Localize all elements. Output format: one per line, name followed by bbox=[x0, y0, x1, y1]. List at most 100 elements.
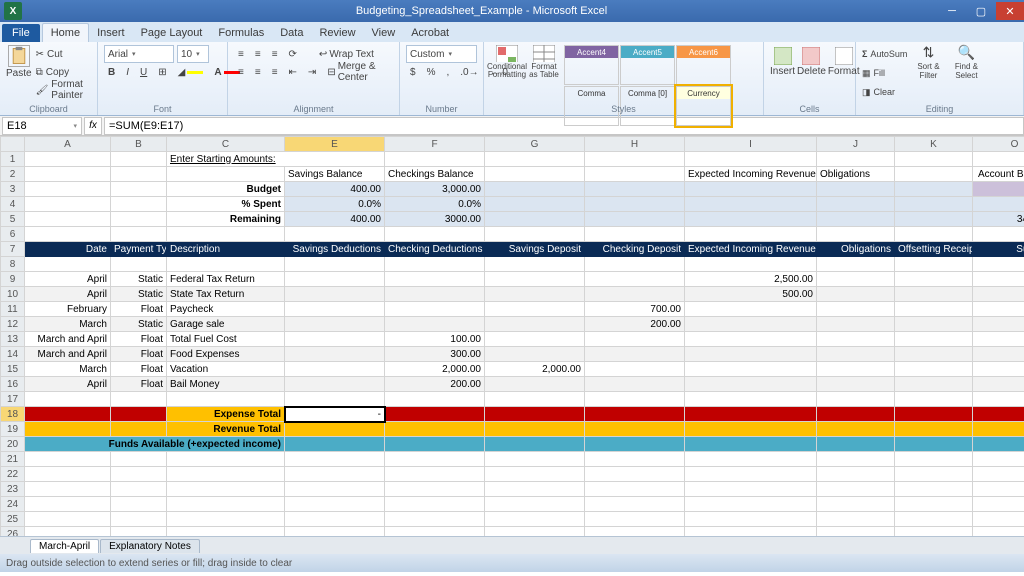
row-header[interactable]: 23 bbox=[1, 482, 25, 497]
row-header[interactable]: 19 bbox=[1, 422, 25, 437]
col-header[interactable]: E bbox=[285, 137, 385, 152]
row-header[interactable]: 5 bbox=[1, 212, 25, 227]
col-header[interactable]: J bbox=[817, 137, 895, 152]
align-center-button[interactable]: ≡ bbox=[251, 65, 265, 80]
row-header[interactable]: 20 bbox=[1, 437, 25, 452]
increase-indent-button[interactable]: ⇥ bbox=[304, 65, 320, 80]
spreadsheet-grid[interactable]: ABCEFGHIJKO1Enter Starting Amounts:2Savi… bbox=[0, 136, 1024, 536]
align-top-button[interactable]: ≡ bbox=[234, 47, 248, 62]
autosum-button[interactable]: ΣAutoSum bbox=[862, 45, 907, 63]
row-header[interactable]: 2 bbox=[1, 167, 25, 182]
row-header[interactable]: 13 bbox=[1, 332, 25, 347]
row-header[interactable]: 22 bbox=[1, 467, 25, 482]
row-header[interactable]: 12 bbox=[1, 317, 25, 332]
row-header[interactable]: 4 bbox=[1, 197, 25, 212]
row-header[interactable]: 26 bbox=[1, 527, 25, 537]
decrease-indent-button[interactable]: ⇤ bbox=[285, 65, 301, 80]
format-painter-button[interactable]: 🖌Format Painter bbox=[36, 81, 91, 99]
font-name-select[interactable]: Arial▾ bbox=[104, 45, 174, 63]
delete-cells-button[interactable]: Delete bbox=[797, 45, 826, 79]
align-left-button[interactable]: ≡ bbox=[234, 65, 248, 80]
col-header[interactable]: G bbox=[485, 137, 585, 152]
increase-decimal-button[interactable]: .0→ bbox=[456, 65, 482, 80]
paste-button[interactable]: Paste bbox=[6, 45, 32, 79]
sheet-tab-active[interactable]: March-April bbox=[30, 539, 99, 553]
group-styles: Conditional Formatting Format as Table A… bbox=[484, 42, 764, 115]
file-tab[interactable]: File bbox=[2, 24, 40, 42]
col-header[interactable]: F bbox=[385, 137, 485, 152]
tab-review[interactable]: Review bbox=[311, 24, 363, 42]
fill-button[interactable]: ▦Fill bbox=[862, 64, 907, 82]
row-header[interactable]: 9 bbox=[1, 272, 25, 287]
eraser-icon: ◨ bbox=[862, 87, 871, 98]
col-header[interactable]: H bbox=[585, 137, 685, 152]
italic-button[interactable]: I bbox=[122, 65, 133, 80]
row-header[interactable]: 8 bbox=[1, 257, 25, 272]
comma-button[interactable]: , bbox=[442, 65, 453, 80]
row-header[interactable]: 16 bbox=[1, 377, 25, 392]
style-accent5[interactable]: Accent5 bbox=[620, 45, 675, 85]
tab-data[interactable]: Data bbox=[272, 24, 311, 42]
row-header[interactable]: 24 bbox=[1, 497, 25, 512]
number-format-select[interactable]: Custom▾ bbox=[406, 45, 477, 63]
wrap-icon: ↩ bbox=[319, 49, 327, 60]
currency-button[interactable]: $ bbox=[406, 65, 420, 80]
fill-color-button[interactable]: ◢ bbox=[174, 65, 208, 80]
fx-button[interactable]: fx bbox=[84, 117, 102, 135]
tab-home[interactable]: Home bbox=[42, 23, 89, 42]
tab-insert[interactable]: Insert bbox=[89, 24, 133, 42]
col-header[interactable]: O bbox=[973, 137, 1024, 152]
format-as-table-button[interactable]: Format as Table bbox=[527, 45, 561, 79]
sheet-tab[interactable]: Explanatory Notes bbox=[100, 539, 200, 553]
percent-button[interactable]: % bbox=[423, 65, 440, 80]
row-header[interactable]: 15 bbox=[1, 362, 25, 377]
window-title: Budgeting_Spreadsheet_Example - Microsof… bbox=[26, 5, 937, 17]
minimize-button[interactable]: ─ bbox=[938, 2, 966, 20]
merge-center-button[interactable]: ⊟Merge & Center bbox=[323, 59, 393, 85]
close-button[interactable]: ✕ bbox=[996, 2, 1024, 20]
maximize-button[interactable]: ▢ bbox=[967, 2, 995, 20]
col-header[interactable]: A bbox=[25, 137, 111, 152]
sort-filter-button[interactable]: ⇅Sort & Filter bbox=[911, 45, 945, 79]
cut-button[interactable]: ✂Cut bbox=[36, 45, 91, 63]
tab-page-layout[interactable]: Page Layout bbox=[133, 24, 211, 42]
align-middle-button[interactable]: ≡ bbox=[251, 47, 265, 62]
sort-icon: ⇅ bbox=[923, 44, 935, 61]
insert-cells-button[interactable]: Insert bbox=[770, 45, 795, 79]
bucket-icon: ◢ bbox=[178, 67, 186, 78]
name-box[interactable]: E18▾ bbox=[2, 117, 82, 135]
row-header[interactable]: 3 bbox=[1, 182, 25, 197]
border-button[interactable]: ⊞ bbox=[154, 65, 170, 80]
tab-acrobat[interactable]: Acrobat bbox=[403, 24, 457, 42]
bold-button[interactable]: B bbox=[104, 65, 119, 80]
row-header[interactable]: 10 bbox=[1, 287, 25, 302]
row-header[interactable]: 7 bbox=[1, 242, 25, 257]
align-bottom-button[interactable]: ≡ bbox=[268, 47, 282, 62]
style-accent4[interactable]: Accent4 bbox=[564, 45, 619, 85]
font-size-select[interactable]: 10▾ bbox=[177, 45, 209, 63]
clear-button[interactable]: ◨Clear bbox=[862, 83, 907, 101]
row-header[interactable]: 21 bbox=[1, 452, 25, 467]
conditional-formatting-button[interactable]: Conditional Formatting bbox=[490, 45, 524, 79]
tab-formulas[interactable]: Formulas bbox=[210, 24, 272, 42]
col-header[interactable]: I bbox=[685, 137, 817, 152]
style-accent6[interactable]: Accent6 bbox=[676, 45, 731, 85]
col-header[interactable]: B bbox=[111, 137, 167, 152]
col-header[interactable]: C bbox=[167, 137, 285, 152]
row-header[interactable]: 17 bbox=[1, 392, 25, 407]
brush-icon: 🖌 bbox=[36, 85, 49, 96]
format-cells-button[interactable]: Format bbox=[828, 45, 860, 79]
row-header[interactable]: 14 bbox=[1, 347, 25, 362]
row-header[interactable]: 11 bbox=[1, 302, 25, 317]
clipboard-icon bbox=[8, 45, 30, 67]
col-header[interactable]: K bbox=[895, 137, 973, 152]
row-header[interactable]: 18 bbox=[1, 407, 25, 422]
align-right-button[interactable]: ≡ bbox=[268, 65, 282, 80]
tab-view[interactable]: View bbox=[364, 24, 404, 42]
row-header[interactable]: 1 bbox=[1, 152, 25, 167]
row-header[interactable]: 25 bbox=[1, 512, 25, 527]
row-header[interactable]: 6 bbox=[1, 227, 25, 242]
orientation-button[interactable]: ⟳ bbox=[285, 47, 301, 62]
find-select-button[interactable]: 🔍Find & Select bbox=[949, 45, 983, 79]
underline-button[interactable]: U bbox=[136, 65, 151, 80]
